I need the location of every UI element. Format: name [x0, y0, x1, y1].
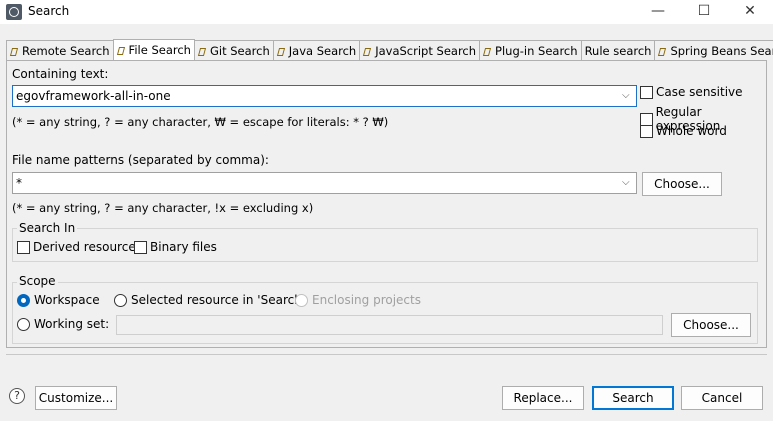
maximize-button[interactable]: ☐ [681, 0, 727, 24]
case-sensitive-checkbox[interactable]: Case sensitive [640, 85, 743, 99]
search-tab-icon [198, 46, 207, 56]
radio-dot[interactable] [17, 293, 30, 307]
eclipse-icon [6, 4, 22, 20]
binary-files-checkbox[interactable]: Binary files [134, 240, 217, 254]
close-button[interactable]: ✕ [727, 0, 773, 24]
search-tab-icon [117, 45, 126, 55]
replace-button[interactable]: Replace... [502, 386, 584, 410]
choose-patterns-button[interactable]: Choose... [642, 172, 722, 196]
containing-text-combo[interactable]: egovframework-all-in-one ⌵ [12, 85, 637, 107]
file-patterns-combo[interactable]: * ⌵ [12, 172, 637, 194]
whole-word-checkbox[interactable]: Whole word [640, 124, 727, 138]
checkbox-box[interactable] [17, 240, 30, 254]
enclosing-projects-radio: Enclosing projects [295, 293, 421, 307]
search-tab-icon [10, 46, 19, 56]
radio-dot[interactable] [114, 293, 127, 307]
footer-separator [6, 354, 767, 355]
tab-remote-search[interactable]: Remote Search [6, 40, 114, 60]
containing-text-hint: (* = any string, ? = any character, ₩ = … [12, 115, 389, 129]
tab-java-search[interactable]: Java Search [272, 40, 361, 60]
checkbox-box[interactable] [640, 85, 653, 99]
search-in-label: Search In [17, 221, 78, 235]
search-tab-icon [658, 46, 667, 56]
tab-file-search[interactable]: File Search [112, 39, 195, 60]
working-set-field [116, 315, 663, 335]
file-patterns-label: File name patterns (separated by comma): [12, 153, 269, 167]
search-tab-icon [277, 46, 286, 56]
title-bar: Search — ☐ ✕ [0, 0, 773, 24]
cancel-button[interactable]: Cancel [681, 386, 763, 410]
selected-resource-radio[interactable]: Selected resource in 'Search' [114, 293, 305, 307]
window-title: Search [28, 4, 70, 18]
file-patterns-value: * [16, 176, 22, 190]
workspace-radio[interactable]: Workspace [17, 293, 100, 307]
search-button[interactable]: Search [592, 386, 674, 410]
help-icon[interactable]: ? [9, 388, 25, 404]
containing-text-label: Containing text: [12, 67, 109, 81]
file-patterns-hint: (* = any string, ? = any character, !x =… [12, 201, 314, 215]
radio-dot[interactable] [17, 317, 30, 331]
working-set-radio[interactable]: Working set: [17, 317, 109, 331]
checkbox-box[interactable] [640, 124, 653, 138]
customize-button[interactable]: Customize... [35, 386, 117, 410]
search-tabs: Remote Search File Search Git Search Jav… [6, 39, 773, 60]
tab-git-search[interactable]: Git Search [193, 40, 274, 60]
search-tab-icon [363, 46, 372, 56]
minimize-button[interactable]: — [635, 0, 681, 24]
checkbox-box[interactable] [134, 240, 147, 254]
scope-label: Scope [17, 274, 58, 288]
derived-resources-checkbox[interactable]: Derived resources [17, 240, 142, 254]
tab-plugin-search[interactable]: Plug-in Search [479, 40, 582, 60]
chevron-down-icon[interactable]: ⌵ [622, 177, 632, 189]
search-tab-icon [483, 46, 492, 56]
file-search-panel: Containing text: egovframework-all-in-on… [6, 60, 767, 348]
tab-rule-search[interactable]: Rule search [580, 40, 656, 60]
tab-spring-beans-search[interactable]: Spring Beans Search [654, 40, 773, 60]
choose-working-set-button[interactable]: Choose... [671, 313, 751, 337]
containing-text-value: egovframework-all-in-one [16, 89, 171, 103]
tab-javascript-search[interactable]: JavaScript Search [359, 40, 481, 60]
chevron-down-icon[interactable]: ⌵ [622, 90, 632, 102]
radio-dot [295, 293, 308, 307]
